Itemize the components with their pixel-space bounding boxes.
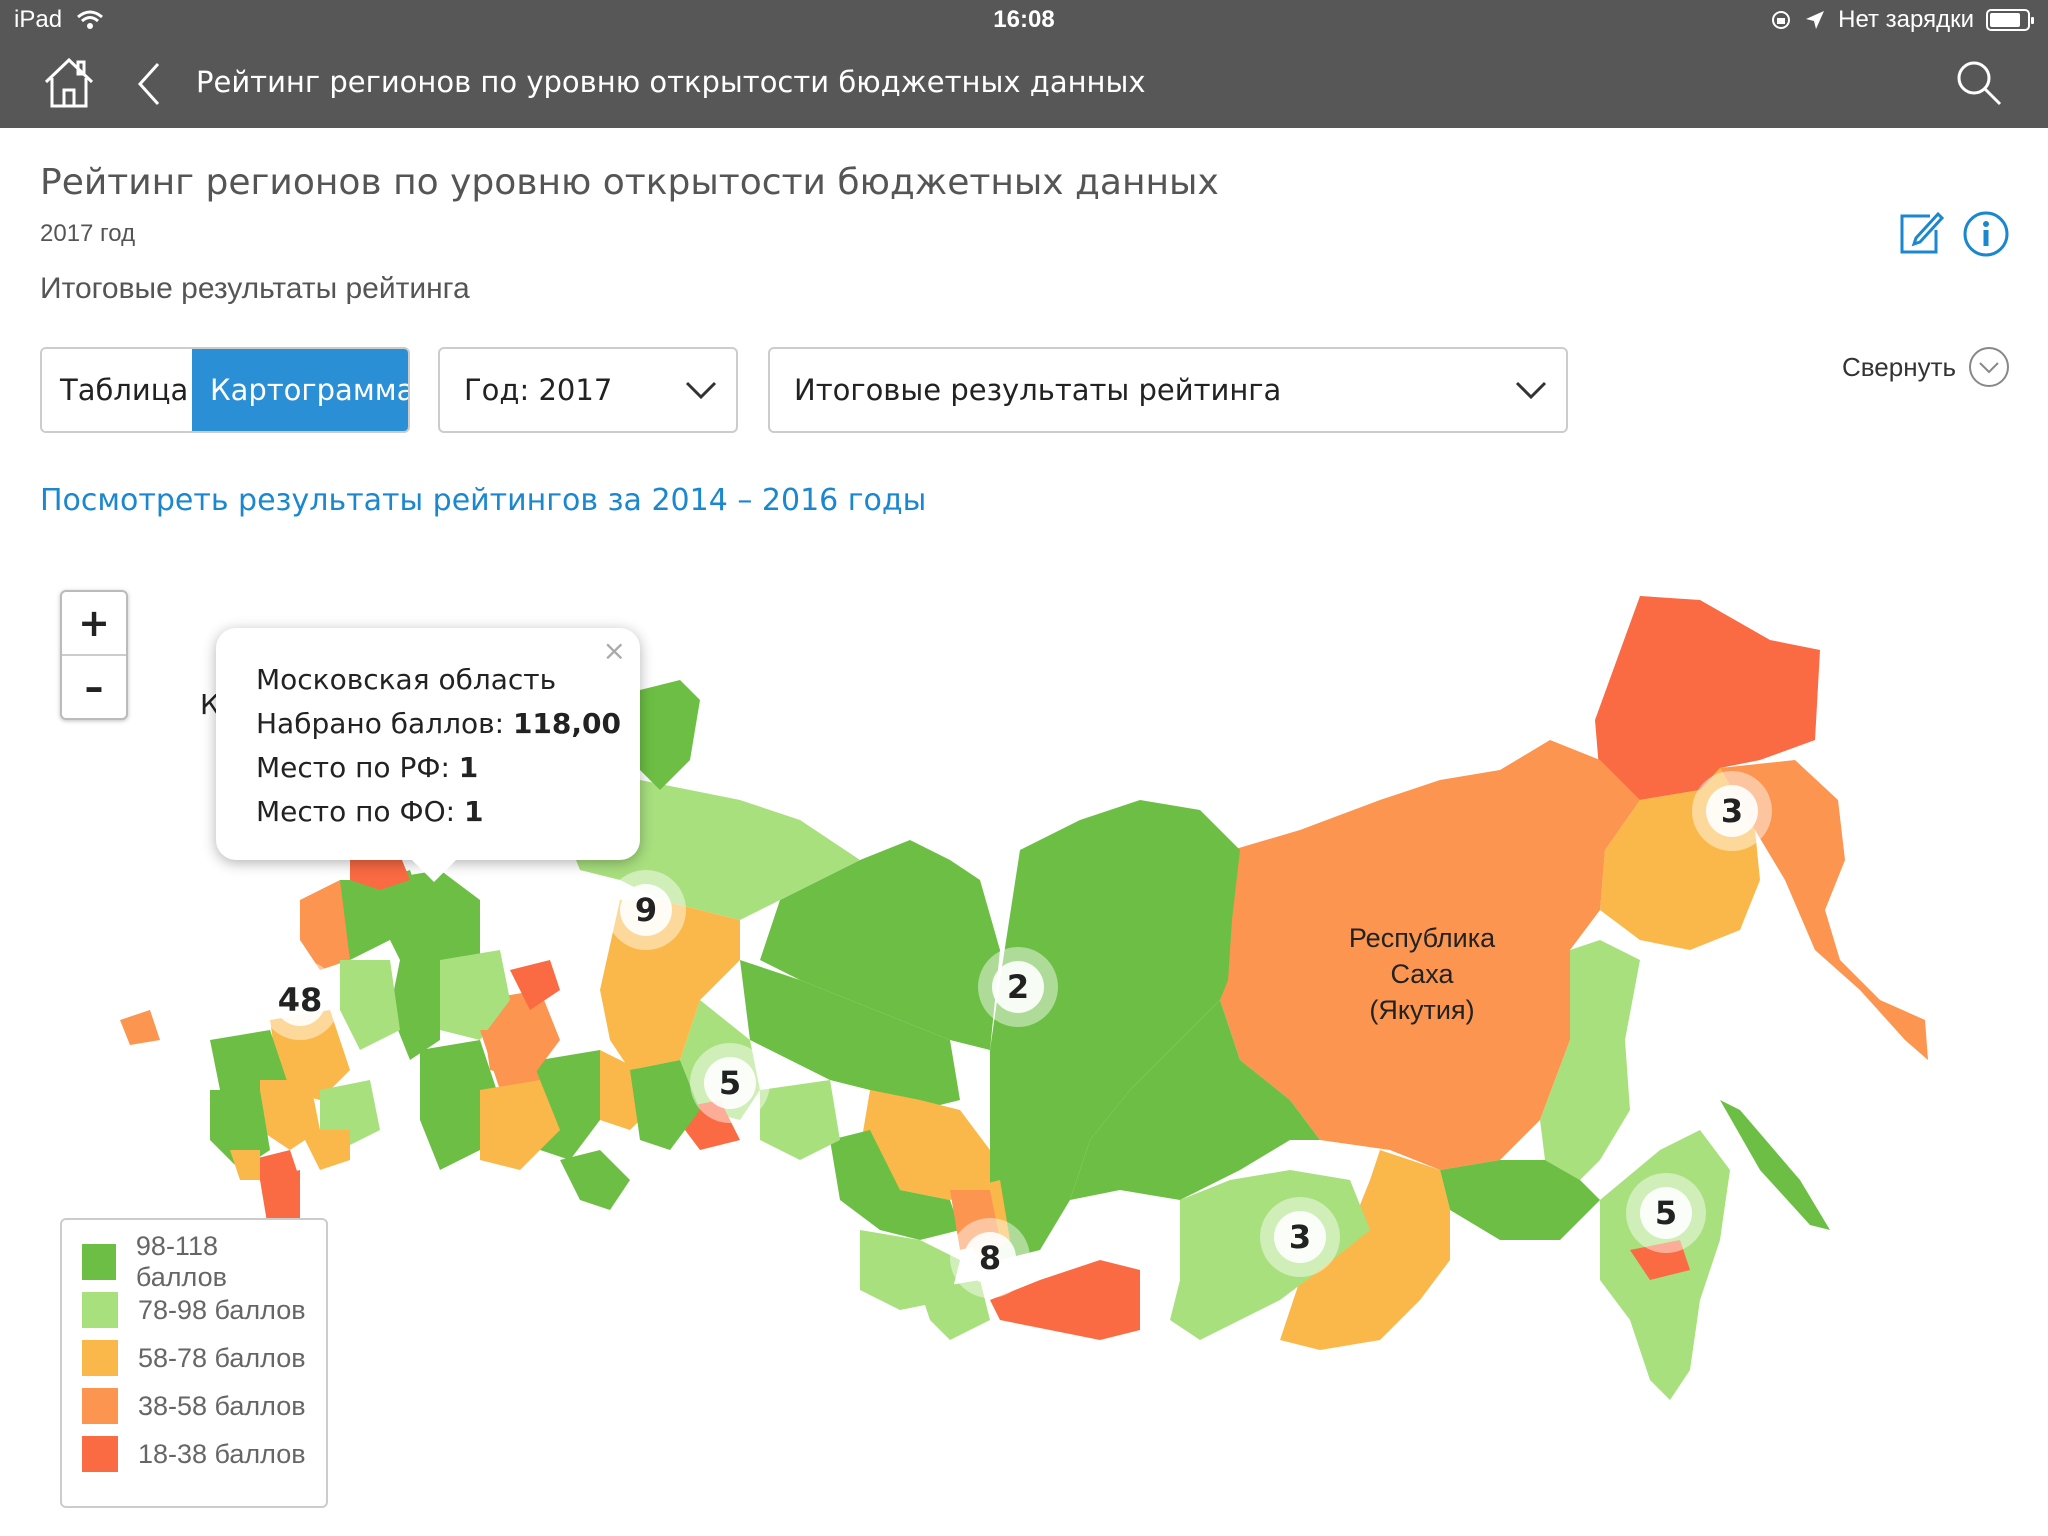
region-central-6[interactable] bbox=[390, 960, 440, 1060]
page-subtitle: Итоговые результаты рейтинга bbox=[40, 272, 470, 305]
legend-label: 38-58 баллов bbox=[138, 1390, 306, 1421]
popup-rank-fo-value: 1 bbox=[463, 795, 484, 828]
region-caucasus-3[interactable] bbox=[230, 1150, 260, 1180]
edit-icon[interactable] bbox=[1896, 208, 1946, 258]
view-switch: Таблица Картограмма bbox=[40, 347, 410, 433]
legend-label: 18-38 баллов bbox=[138, 1438, 306, 1469]
region-popup: × Московская область Набрано баллов: 118… bbox=[216, 628, 640, 882]
rating-type-select[interactable]: Итоговые результаты рейтинга bbox=[768, 347, 1568, 433]
collapse-label: Свернуть bbox=[1842, 351, 1957, 382]
battery-icon bbox=[1986, 9, 2034, 31]
search-icon[interactable] bbox=[1954, 58, 2004, 108]
region-label-line: (Якутия) bbox=[1369, 995, 1475, 1025]
nav-bar: Рейтинг регионов по уровню открытости бю… bbox=[0, 40, 2048, 128]
popup-rank-fo-row: Место по ФО: 1 bbox=[256, 790, 600, 834]
cluster-count: 9 bbox=[635, 891, 657, 929]
cluster-marker[interactable]: 2 bbox=[978, 947, 1058, 1027]
popup-score-row: Набрано баллов: 118,00 bbox=[256, 702, 621, 746]
cluster-count: 2 bbox=[1007, 968, 1029, 1006]
page-year: 2017 год bbox=[40, 220, 136, 247]
past-ratings-link[interactable]: Посмотреть результаты рейтингов за 2014 … bbox=[40, 483, 926, 518]
year-select-value: Год: 2017 bbox=[464, 373, 613, 407]
popup-close-button[interactable]: × bbox=[603, 634, 626, 667]
cluster-marker[interactable]: 3 bbox=[1692, 771, 1772, 851]
cluster-marker[interactable]: 8 bbox=[950, 1218, 1030, 1298]
popup-rank-rf-value: 1 bbox=[458, 751, 479, 784]
cluster-count: 3 bbox=[1289, 1218, 1311, 1256]
chevron-down-icon bbox=[685, 381, 717, 400]
legend-swatch bbox=[82, 1244, 116, 1280]
region-orenburg[interactable] bbox=[560, 1150, 630, 1210]
legend-item: 58-78 баллов bbox=[82, 1334, 306, 1382]
region-murmansk[interactable] bbox=[630, 680, 700, 790]
location-icon bbox=[1806, 11, 1825, 29]
legend-swatch bbox=[82, 1436, 118, 1472]
tab-cartogram[interactable]: Картограмма bbox=[192, 349, 408, 431]
charging-label: Нет зарядки bbox=[1838, 6, 1974, 33]
year-select[interactable]: Год: 2017 bbox=[438, 347, 738, 433]
chevron-down-icon bbox=[1515, 381, 1547, 400]
orientation-lock-icon bbox=[1772, 11, 1791, 29]
tab-table[interactable]: Таблица bbox=[42, 349, 192, 431]
clock: 16:08 bbox=[993, 6, 1055, 33]
legend-item: 38-58 баллов bbox=[82, 1382, 306, 1430]
map-legend: 98-118 баллов 78-98 баллов 58-78 баллов … bbox=[60, 1218, 328, 1508]
cluster-marker[interactable]: 48 bbox=[260, 960, 340, 1040]
region-omsk[interactable] bbox=[760, 1080, 840, 1160]
cluster-marker[interactable]: 3 bbox=[1260, 1197, 1340, 1277]
legend-swatch bbox=[82, 1388, 118, 1424]
page-title: Рейтинг регионов по уровню открытости бю… bbox=[40, 162, 1219, 203]
zoom-in-button[interactable]: + bbox=[62, 592, 126, 656]
popup-score-value: 118,00 bbox=[512, 707, 621, 740]
popup-rank-rf-label: Место по РФ: bbox=[256, 751, 459, 784]
popup-score-label: Набрано баллов: bbox=[256, 707, 513, 740]
region-central-7[interactable] bbox=[340, 960, 400, 1050]
cluster-marker[interactable]: 9 bbox=[606, 870, 686, 950]
region-label-sakha: Республика Саха (Якутия) bbox=[1322, 920, 1522, 1028]
popup-pointer bbox=[412, 860, 456, 882]
nav-title: Рейтинг регионов по уровню открытости бю… bbox=[196, 65, 1146, 99]
legend-label: 98-118 баллов bbox=[135, 1231, 227, 1292]
cluster-count: 48 bbox=[278, 981, 323, 1019]
legend-item: 18-38 баллов bbox=[82, 1430, 306, 1478]
popup-rank-rf-row: Место по РФ: 1 bbox=[256, 746, 600, 790]
legend-swatch bbox=[82, 1340, 118, 1376]
popup-region-name: Московская область bbox=[256, 663, 557, 696]
region-sakhalin[interactable] bbox=[1720, 1100, 1830, 1230]
cluster-count: 8 bbox=[979, 1239, 1001, 1277]
info-icon[interactable] bbox=[1962, 210, 2010, 258]
cluster-marker[interactable]: 5 bbox=[690, 1043, 770, 1123]
cluster-marker[interactable]: 5 bbox=[1626, 1173, 1706, 1253]
popup-rank-fo-label: Место по ФО: bbox=[256, 795, 464, 828]
cluster-count: 5 bbox=[1655, 1194, 1677, 1232]
back-icon[interactable] bbox=[134, 60, 164, 108]
cluster-count: 5 bbox=[719, 1064, 741, 1102]
home-icon[interactable] bbox=[40, 54, 98, 112]
legend-label: 78-98 баллов bbox=[138, 1294, 306, 1325]
status-bar: iPad 16:08 Нет зарядки bbox=[0, 0, 2048, 40]
legend-swatch bbox=[82, 1292, 118, 1328]
legend-item: 98-118 баллов bbox=[82, 1231, 306, 1292]
collapse-button[interactable]: Свернуть bbox=[1842, 346, 2010, 388]
zoom-out-button[interactable]: – bbox=[62, 656, 126, 720]
region-kaliningrad[interactable] bbox=[120, 1010, 160, 1045]
legend-label: 58-78 баллов bbox=[138, 1342, 306, 1373]
rating-type-value: Итоговые результаты рейтинга bbox=[794, 373, 1282, 407]
zoom-control: + – bbox=[60, 590, 128, 720]
chevron-circle-icon bbox=[1969, 347, 2010, 387]
cluster-count: 3 bbox=[1721, 792, 1743, 830]
page: { "status_bar": { "device": "iPad", "tim… bbox=[0, 0, 2048, 1536]
region-label-line: Республика bbox=[1348, 923, 1496, 953]
region-south-5[interactable] bbox=[300, 1130, 350, 1170]
legend-item: 78-98 баллов bbox=[82, 1286, 306, 1334]
region-label-line: Саха bbox=[1390, 959, 1454, 989]
